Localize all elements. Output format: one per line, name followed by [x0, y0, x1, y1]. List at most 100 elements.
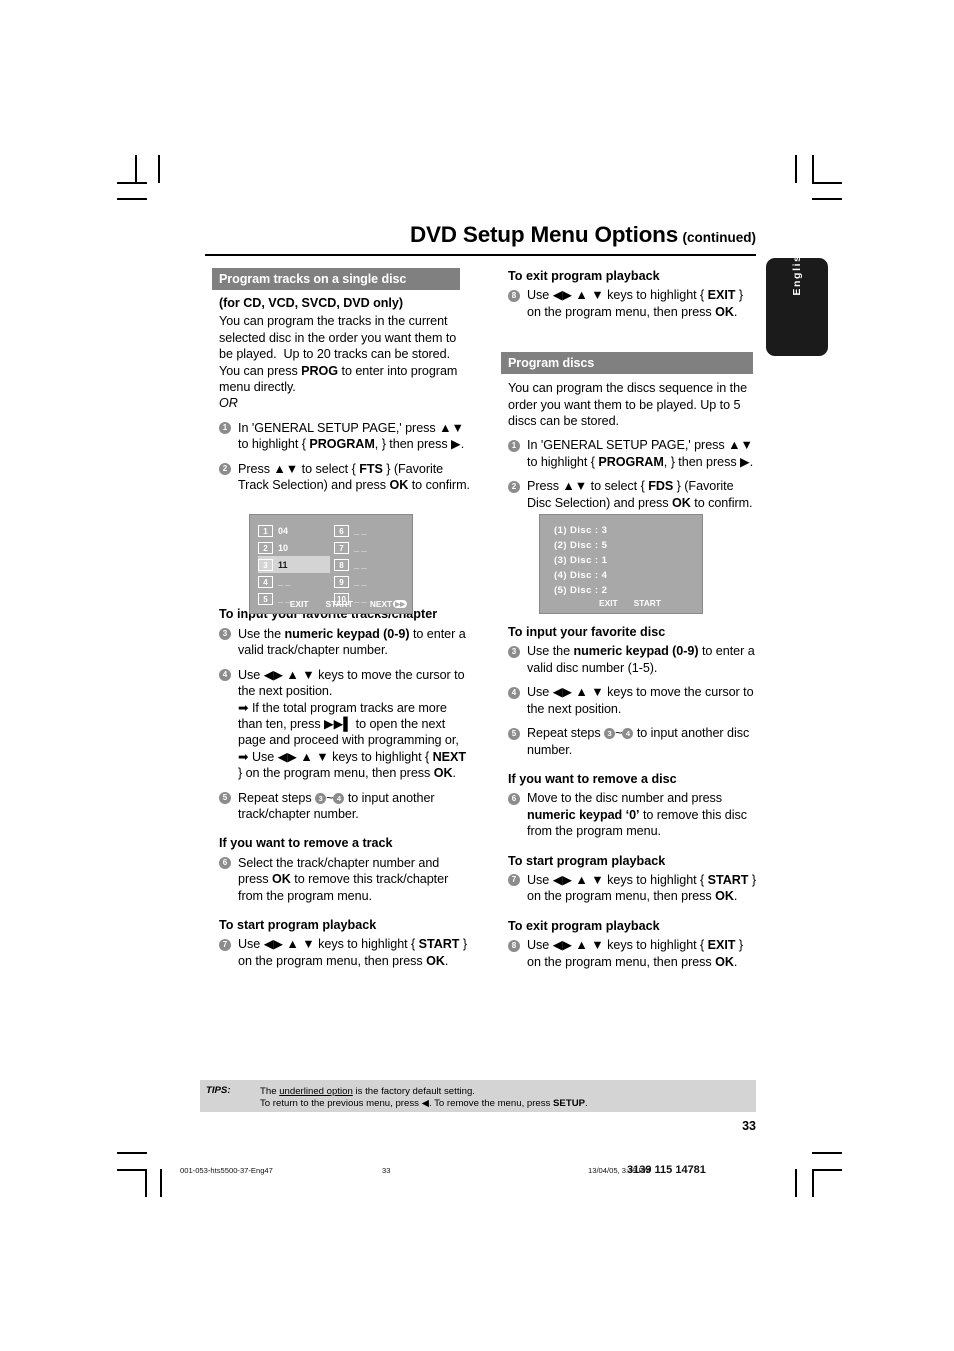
osd-track-value: _ _ — [354, 559, 367, 570]
osd-track-index: 3 — [258, 558, 273, 571]
osd-track-index: 7 — [334, 541, 349, 554]
osd-track-index: 9 — [334, 575, 349, 588]
inline-step-ref: 3 — [315, 792, 327, 804]
osd-track-value: _ _ — [354, 525, 367, 536]
step-text: In 'GENERAL SETUP PAGE,' press ▲▼ to hig… — [238, 420, 465, 452]
tips-box: TIPS: The underlined option is the facto… — [200, 1080, 756, 1112]
step-text: Use the numeric keypad (0-9) to enter a … — [527, 644, 755, 675]
crop-mark-bottom-right-outer-vertical — [812, 1169, 814, 1197]
osd-next-button[interactable]: NEXT ▶▶ — [370, 599, 407, 609]
osd-track-column-2: 6 _ _ 7 _ _ 8 _ _ 9 _ _ 10 _ _ — [334, 522, 367, 607]
print-footer-code: 3139 115 14781 — [627, 1164, 706, 1176]
osd-track-value: 04 — [278, 525, 289, 536]
crop-mark-bottom-right-horizontal — [812, 1152, 842, 1154]
osd-track-value: 11 — [278, 559, 288, 570]
crop-mark-bottom-left-horizontal — [117, 1152, 147, 1154]
step-bullet: 8 — [508, 289, 520, 302]
subheading-disc-types: (for CD, VCD, SVCD, DVD only) — [219, 296, 403, 310]
step-text: Use ◀▶ ▲ ▼ keys to move the cursor to th… — [527, 685, 754, 716]
header-divider — [205, 254, 756, 256]
arrow-icon: ➡ — [238, 700, 249, 715]
osd-track-row[interactable]: 6 _ _ — [334, 522, 367, 539]
step-text: Use ◀▶ ▲ ▼ keys to highlight { EXIT } on… — [527, 938, 744, 969]
crop-mark-bottom-right-vertical — [795, 1169, 797, 1197]
step-right-1: 1 In 'GENERAL SETUP PAGE,' press ▲▼ to h… — [508, 437, 760, 470]
crop-mark-bottom-left-inner-horizontal — [117, 1169, 147, 1171]
step-bullet: 6 — [508, 792, 520, 805]
right-column-spacer — [508, 320, 760, 352]
page-title: DVD Setup Menu Options — [409, 222, 679, 247]
print-footer-filename: 001-053-hts5500-37-Eng47 — [180, 1166, 273, 1175]
step-bullet: 4 — [219, 669, 231, 682]
osd-track-index: 1 — [258, 524, 273, 537]
step-right-5: 5 Repeat steps 3 ~4 to input another disc… — [508, 725, 760, 758]
osd-program-track-menu: 1 04 2 10 3 11 4 _ _ 5 _ _ 6 _ _ 7 _ _ 8… — [249, 514, 413, 614]
osd-track-row[interactable]: 8 _ _ — [334, 556, 367, 573]
subheading-input-disc: To input your favorite disc — [508, 625, 666, 640]
step-text: Repeat steps 3 ~4 to input another disc n… — [527, 726, 750, 757]
step-right-2: 2 Press ▲▼ to select { FDS } (Favorite D… — [508, 478, 760, 511]
section-heading-program-tracks: Program tracks on a single disc — [212, 268, 460, 290]
step-bullet: 7 — [219, 938, 231, 951]
step-left-4: 4 Use ◀▶ ▲ ▼ keys to move the cursor to … — [219, 667, 471, 782]
osd-next-label: NEXT — [369, 599, 393, 609]
step-right-8: 8 Use ◀▶ ▲ ▼ keys to highlight { EXIT } … — [508, 937, 760, 970]
step-bullet: 2 — [219, 463, 231, 476]
crop-mark-top-left-outer-horizontal — [117, 198, 147, 200]
left-column: Program tracks on a single disc (for CD,… — [212, 268, 471, 969]
crop-mark-bottom-right-inner-horizontal — [812, 1169, 842, 1171]
subheading-start-playback-right: To start program playback — [508, 853, 666, 868]
step-text: Press ▲▼ to select { FDS } (Favorite Dis… — [527, 479, 753, 510]
language-tab-label: English — [791, 246, 803, 296]
osd-track-row[interactable]: 1 04 — [258, 522, 330, 539]
step-bullet: 4 — [508, 686, 520, 699]
intro-paragraph-discs: You can program the discs sequence in th… — [508, 381, 748, 429]
crop-mark-top-right-vertical — [795, 155, 797, 183]
tips-line-2: To return to the previous menu, press ◀.… — [260, 1098, 588, 1109]
osd-track-row[interactable]: 7 _ _ — [334, 539, 367, 556]
osd-track-index: 4 — [258, 575, 273, 588]
step-text: Use ◀▶ ▲ ▼ keys to highlight { START } o… — [527, 872, 757, 904]
osd-disc-row[interactable]: (2) Disc : 5 — [554, 540, 607, 551]
tips-underlined-option: underlined option — [279, 1086, 353, 1097]
right-column: To exit program playback 8 Use ◀▶ ▲ ▼ ke… — [501, 268, 760, 970]
osd-start-button[interactable]: START — [326, 599, 353, 609]
section-heading-program-discs: Program discs — [501, 352, 753, 375]
step-left-3: 3 Use the numeric keypad (0-9) to enter … — [219, 626, 471, 659]
osd-track-row[interactable]: 9 _ _ — [334, 573, 367, 590]
step-left-7: 7 Use ◀▶ ▲ ▼ keys to highlight { START }… — [219, 936, 471, 969]
osd-start-button[interactable]: START — [634, 598, 661, 608]
osd-track-column-1: 1 04 2 10 3 11 4 _ _ 5 _ _ — [258, 522, 330, 607]
step-right-8-top: 8 Use ◀▶ ▲ ▼ keys to highlight { EXIT } … — [508, 287, 760, 320]
step-bullet: 7 — [508, 874, 520, 887]
crop-mark-top-right-horizontal — [812, 182, 842, 184]
osd-track-value: _ _ — [278, 576, 291, 587]
osd-disc-row[interactable]: (3) Disc : 1 — [554, 555, 607, 566]
osd-track-row-selected[interactable]: 3 11 — [258, 556, 330, 573]
step-left-2: 2 Press ▲▼ to select { FTS } (Favorite T… — [219, 461, 471, 494]
language-tab: English — [766, 246, 828, 356]
page-header: DVD Setup Menu Options (continued) — [205, 222, 756, 248]
osd-exit-button[interactable]: EXIT — [599, 598, 618, 608]
osd-disc-row[interactable]: (4) Disc : 4 — [554, 570, 607, 581]
crop-mark-top-left-horizontal — [117, 182, 147, 184]
step-left-6: 6 Select the track/chapter number and pr… — [219, 855, 471, 904]
osd-disc-row[interactable]: (5) Disc : 2 — [554, 585, 607, 596]
step-bullet: 6 — [219, 857, 231, 870]
or-text: OR — [219, 396, 238, 411]
osd-disc-row[interactable]: (1) Disc : 3 — [554, 525, 607, 536]
step-text: Move to the disc number and press numeri… — [527, 791, 747, 839]
crop-mark-top-right-outer-horizontal — [812, 198, 842, 200]
step-text: In 'GENERAL SETUP PAGE,' press ▲▼ to hig… — [527, 438, 754, 469]
osd-track-index: 2 — [258, 541, 273, 554]
step-bullet: 5 — [508, 727, 520, 740]
osd-track-row[interactable]: 2 10 — [258, 539, 330, 556]
step-right-6: 6 Move to the disc number and press nume… — [508, 790, 760, 839]
osd-track-index: 6 — [334, 524, 349, 537]
print-footer-page: 33 — [382, 1166, 391, 1175]
page-title-continued: (continued) — [682, 230, 757, 245]
osd-track-button-bar: EXIT START NEXT ▶▶ — [250, 599, 412, 609]
osd-exit-button[interactable]: EXIT — [290, 599, 309, 609]
step-right-3: 3 Use the numeric keypad (0-9) to enter … — [508, 643, 760, 676]
osd-track-row[interactable]: 4 _ _ — [258, 573, 330, 590]
